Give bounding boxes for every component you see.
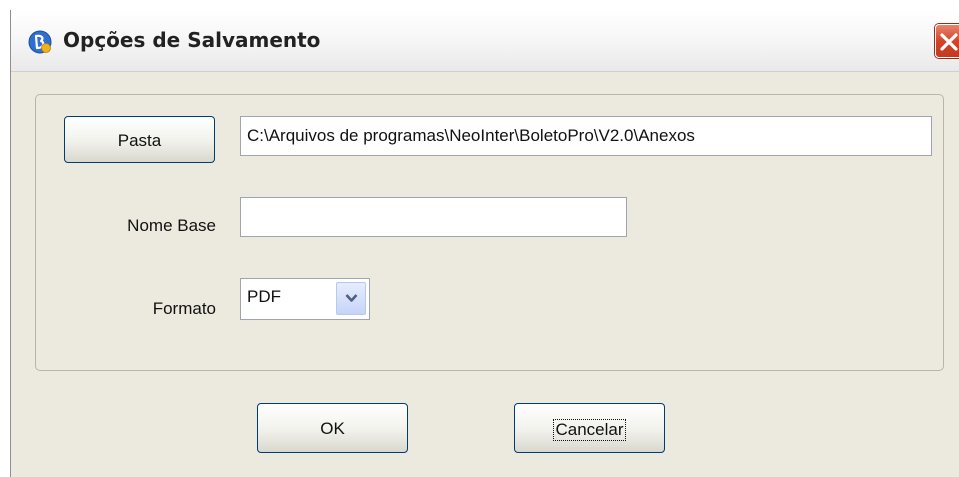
- formato-selected-value: PDF: [247, 287, 281, 306]
- cancel-button-label-wrap: Cancelar: [515, 419, 664, 441]
- ok-button[interactable]: OK: [257, 403, 408, 453]
- formato-dropdown-button[interactable]: [336, 282, 366, 315]
- close-icon: [940, 33, 958, 51]
- cancel-button-label: Cancelar: [553, 419, 626, 441]
- close-button[interactable]: [935, 24, 959, 58]
- boleto-app-icon: [28, 30, 52, 54]
- save-options-dialog: Opções de Salvamento Pasta C:\Arquivos d…: [10, 10, 959, 477]
- folder-path-field[interactable]: C:\Arquivos de programas\NeoInter\Boleto…: [240, 116, 932, 156]
- title-bar[interactable]: Opções de Salvamento: [11, 10, 959, 72]
- formato-label: Formato: [152, 299, 216, 318]
- formato-select[interactable]: PDF: [240, 278, 370, 320]
- ok-button-label: OK: [320, 419, 345, 438]
- pasta-button[interactable]: Pasta: [64, 116, 215, 163]
- chevron-down-icon: [345, 294, 358, 302]
- nome-base-field[interactable]: [240, 197, 627, 237]
- cancel-button[interactable]: Cancelar: [514, 403, 665, 453]
- nome-base-label: Nome Base: [127, 216, 216, 235]
- window-title: Opções de Salvamento: [63, 28, 321, 52]
- pasta-button-label: Pasta: [117, 131, 162, 150]
